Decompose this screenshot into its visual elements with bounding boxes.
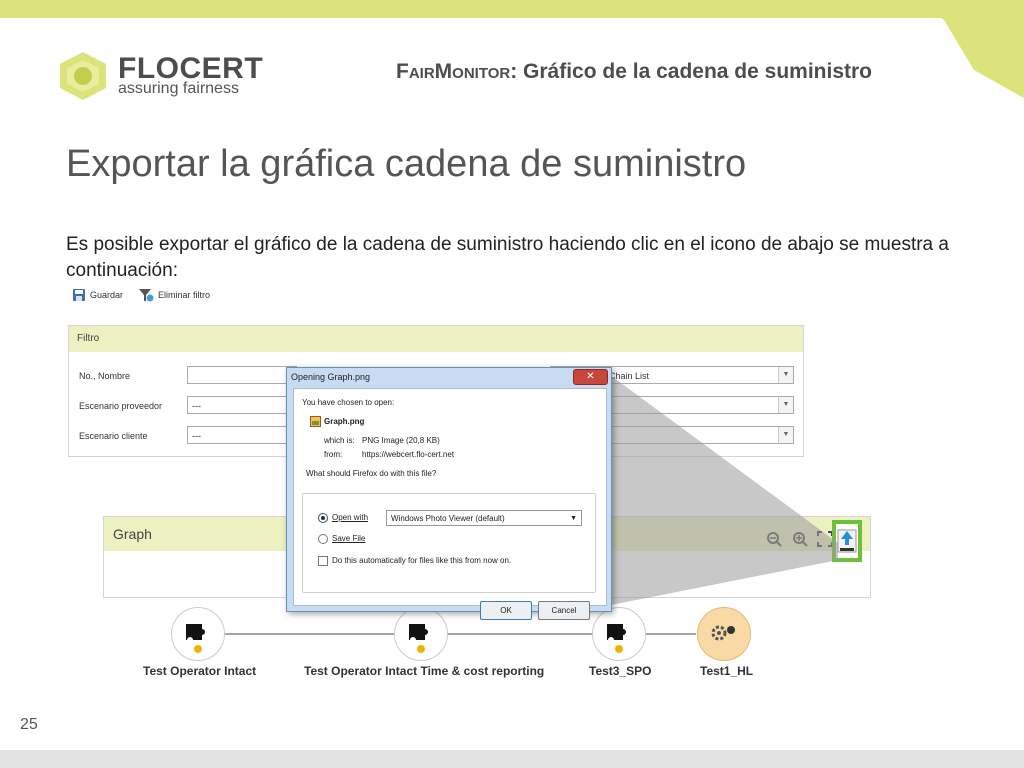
open-with-app-value: Windows Photo Viewer (default) (391, 514, 505, 523)
node-label: Test1_HL (700, 664, 754, 678)
dialog-title: Opening Graph.png (291, 372, 371, 382)
node-label: Test Operator Intact Time & cost reporti… (304, 664, 545, 678)
chosen-text: You have chosen to open: (302, 398, 395, 407)
image-file-icon (310, 416, 321, 427)
save-file-label[interactable]: Save File (332, 534, 365, 543)
operator-icon (186, 624, 205, 640)
dialog-body: You have chosen to open: Graph.png which… (293, 388, 607, 620)
open-with-radio[interactable] (318, 513, 328, 523)
operator-icon (409, 624, 428, 640)
page-number: 25 (20, 716, 38, 733)
from-label: from: (324, 450, 343, 459)
status-dot (194, 645, 202, 653)
open-with-label[interactable]: Open with (332, 513, 368, 522)
auto-label[interactable]: Do this automatically for files like thi… (332, 556, 511, 565)
node-label: Test3_SPO (589, 664, 652, 678)
cancel-button[interactable]: Cancel (538, 601, 590, 620)
graph-node[interactable] (697, 607, 751, 661)
status-dot (615, 645, 623, 653)
save-file-radio[interactable] (318, 534, 328, 544)
auto-checkbox[interactable] (318, 556, 328, 566)
ok-button[interactable]: OK (480, 601, 532, 620)
which-is-label: which is: (324, 436, 355, 445)
action-group (302, 493, 596, 593)
open-with-app-select[interactable]: Windows Photo Viewer (default) ▼ (386, 510, 582, 526)
file-type: PNG Image (20,8 KB) (362, 436, 440, 445)
source-url: https://webcert.flo-cert.net (362, 450, 455, 459)
status-dot (417, 645, 425, 653)
chevron-down-icon: ▼ (570, 515, 577, 522)
node-label: Test Operator Intact (143, 664, 257, 678)
open-file-dialog: Opening Graph.png ✕ You have chosen to o… (286, 367, 612, 620)
close-button[interactable]: ✕ (573, 369, 608, 385)
question-text: What should Firefox do with this file? (306, 469, 437, 478)
gears-icon (711, 625, 735, 641)
operator-icon (607, 624, 626, 640)
filename: Graph.png (324, 417, 365, 426)
